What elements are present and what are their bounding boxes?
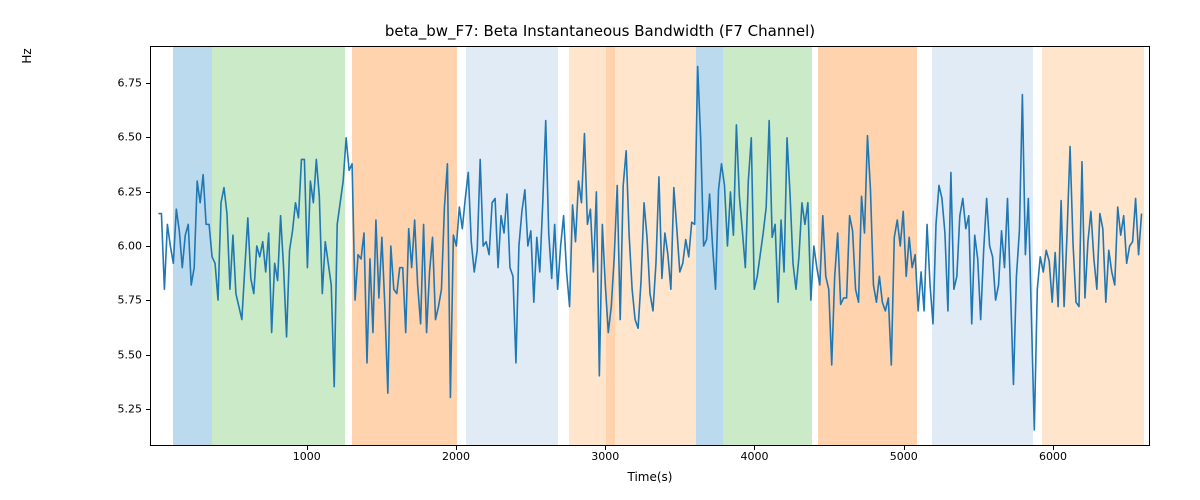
y-tick-mark	[146, 246, 150, 247]
figure: beta_bw_F7: Beta Instantaneous Bandwidth…	[0, 0, 1200, 500]
y-tick-label: 5.50	[118, 348, 143, 361]
y-tick-mark	[146, 192, 150, 193]
x-tick-label: 5000	[890, 450, 918, 463]
x-tick-label: 2000	[442, 450, 470, 463]
x-axis-label: Time(s)	[150, 470, 1150, 484]
y-tick-mark	[146, 83, 150, 84]
x-tick-label: 6000	[1039, 450, 1067, 463]
chart-title: beta_bw_F7: Beta Instantaneous Bandwidth…	[0, 22, 1200, 40]
y-tick-label: 6.50	[118, 131, 143, 144]
y-tick-mark	[146, 137, 150, 138]
y-tick-mark	[146, 409, 150, 410]
y-tick-mark	[146, 355, 150, 356]
x-tick-label: 1000	[293, 450, 321, 463]
y-axis-label: Hz	[20, 0, 40, 256]
y-tick-mark	[146, 300, 150, 301]
y-tick-label: 5.75	[118, 294, 143, 307]
y-tick-label: 5.25	[118, 403, 143, 416]
y-tick-label: 6.00	[118, 240, 143, 253]
y-tick-label: 6.25	[118, 185, 143, 198]
y-tick-label: 6.75	[118, 76, 143, 89]
x-tick-label: 3000	[591, 450, 619, 463]
plot-area	[150, 46, 1150, 446]
x-tick-label: 4000	[740, 450, 768, 463]
line-series	[151, 47, 1149, 445]
